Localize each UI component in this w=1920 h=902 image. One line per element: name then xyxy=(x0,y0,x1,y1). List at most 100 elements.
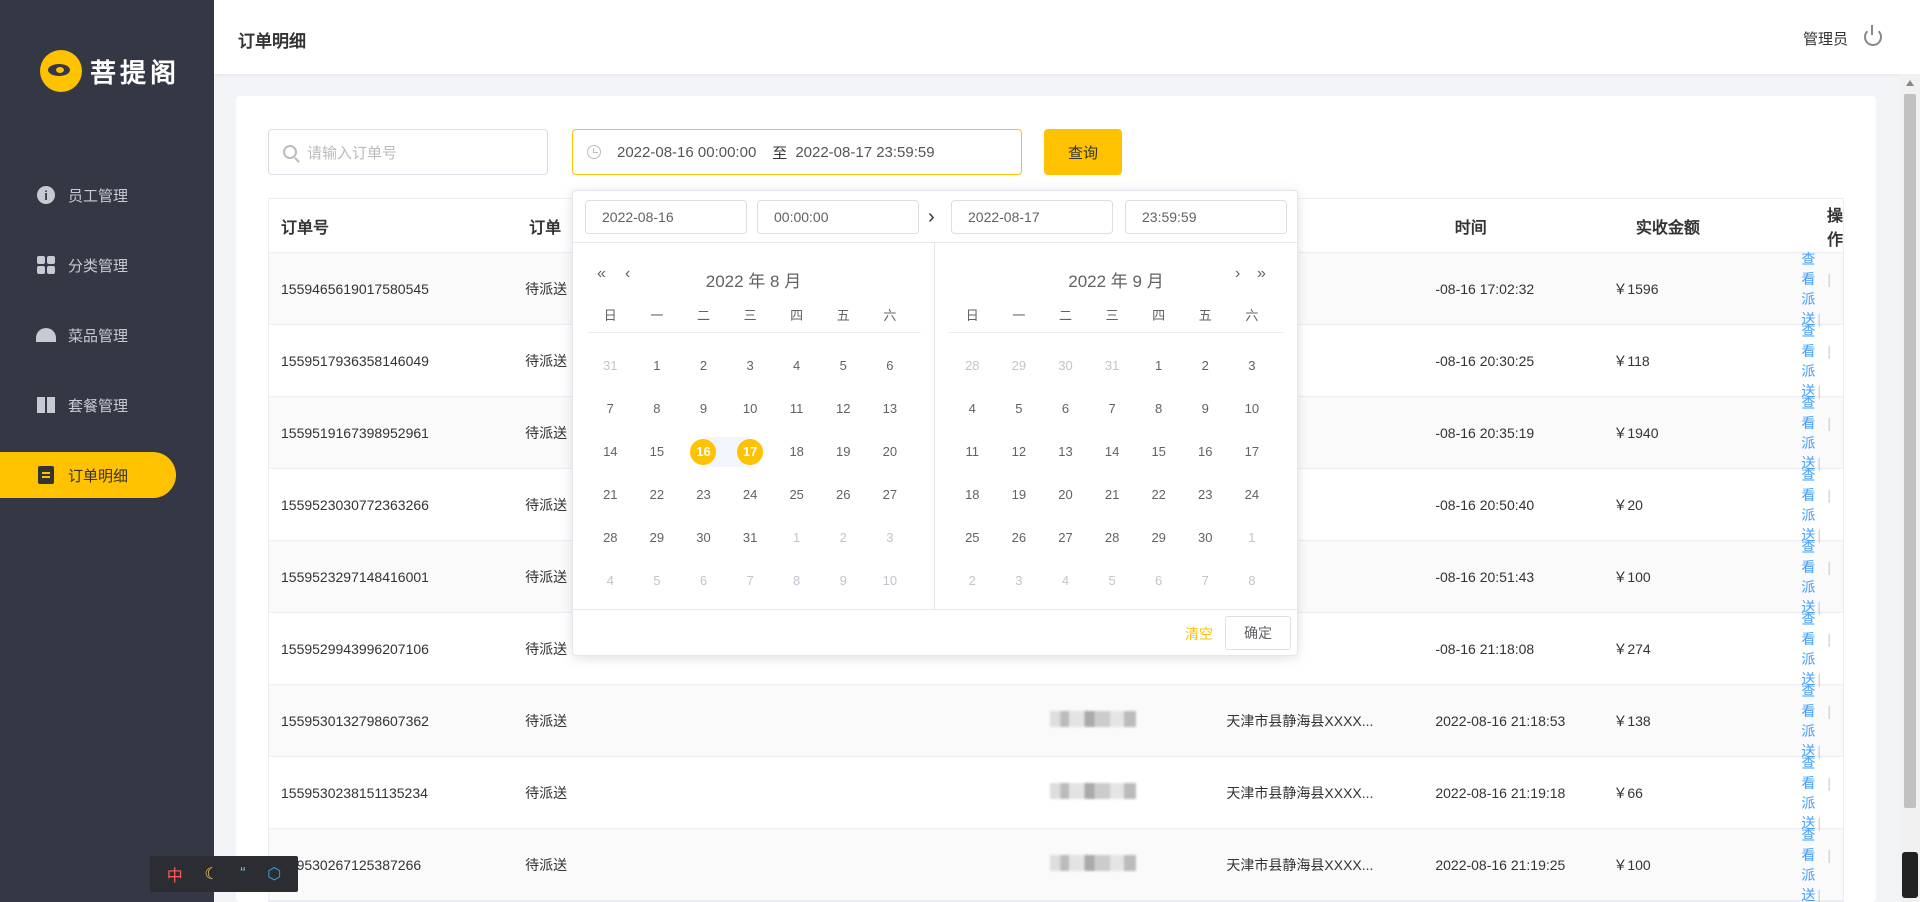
calendar-day[interactable]: 4 xyxy=(587,566,634,596)
calendar-day[interactable]: 12 xyxy=(820,394,867,424)
calendar-day[interactable]: 22 xyxy=(634,480,681,510)
calendar-day[interactable]: 28 xyxy=(587,523,634,553)
calendar-day[interactable]: 29 xyxy=(634,523,681,553)
end-date-input[interactable]: 2022-08-17 xyxy=(951,200,1113,234)
view-link[interactable]: 查看 xyxy=(1801,683,1815,719)
power-icon[interactable] xyxy=(1864,25,1882,46)
calendar-day[interactable]: 28 xyxy=(1089,523,1136,553)
view-link[interactable]: 查看 xyxy=(1801,323,1815,359)
calendar-day[interactable]: 31 xyxy=(727,523,774,553)
calendar-day[interactable]: 8 xyxy=(634,394,681,424)
calendar-day[interactable]: 12 xyxy=(996,437,1043,467)
calendar-day[interactable]: 6 xyxy=(1042,394,1089,424)
calendar-day[interactable]: 27 xyxy=(1042,523,1089,553)
calendar-day[interactable]: 11 xyxy=(949,437,996,467)
calendar-day[interactable]: 26 xyxy=(820,480,867,510)
calendar-day[interactable]: 15 xyxy=(634,437,681,467)
calendar-day[interactable]: 10 xyxy=(727,394,774,424)
calendar-day[interactable]: 2 xyxy=(680,351,727,381)
calendar-day[interactable]: 2 xyxy=(949,566,996,596)
calendar-day[interactable]: 30 xyxy=(1182,523,1229,553)
calendar-day[interactable]: 3 xyxy=(867,523,914,553)
calendar-day[interactable]: 25 xyxy=(949,523,996,553)
start-date-input[interactable]: 2022-08-16 xyxy=(585,200,747,234)
calendar-day[interactable]: 4 xyxy=(949,394,996,424)
next-month-icon[interactable]: › xyxy=(1235,265,1240,283)
date-range-picker[interactable]: 2022-08-16 00:00:00 至 2022-08-17 23:59:5… xyxy=(572,129,1022,175)
punctuation-icon[interactable]: “ xyxy=(240,865,245,883)
calendar-day[interactable]: 8 xyxy=(773,566,820,596)
query-button[interactable]: 查询 xyxy=(1044,129,1122,175)
calendar-day[interactable]: 1 xyxy=(1229,523,1276,553)
calendar-day[interactable]: 11 xyxy=(773,394,820,424)
calendar-day[interactable]: 14 xyxy=(587,437,634,467)
calendar-day[interactable]: 20 xyxy=(1042,480,1089,510)
calendar-day[interactable]: 17 xyxy=(726,436,774,467)
calendar-day[interactable]: 13 xyxy=(1042,437,1089,467)
calendar-day[interactable]: 29 xyxy=(996,351,1043,381)
end-time-input[interactable]: 23:59:59 xyxy=(1125,200,1287,234)
sidebar-item-category[interactable]: 分类管理 xyxy=(0,242,214,288)
view-link[interactable]: 查看 xyxy=(1801,827,1815,863)
calendar-day[interactable]: 23 xyxy=(1182,480,1229,510)
calendar-day[interactable]: 18 xyxy=(949,480,996,510)
view-link[interactable]: 查看 xyxy=(1801,467,1815,503)
calendar-day[interactable]: 7 xyxy=(1089,394,1136,424)
calendar-day[interactable]: 2 xyxy=(1182,351,1229,381)
view-link[interactable]: 查看 xyxy=(1801,395,1815,431)
calendar-day[interactable]: 1 xyxy=(1135,351,1182,381)
view-link[interactable]: 查看 xyxy=(1801,611,1815,647)
calendar-day[interactable]: 29 xyxy=(1135,523,1182,553)
calendar-day[interactable]: 3 xyxy=(996,566,1043,596)
calendar-day[interactable]: 22 xyxy=(1135,480,1182,510)
calendar-day[interactable]: 10 xyxy=(867,566,914,596)
calendar-day[interactable]: 19 xyxy=(820,437,867,467)
clear-button[interactable]: 清空 xyxy=(1185,624,1213,644)
calendar-day[interactable]: 5 xyxy=(1089,566,1136,596)
calendar-day[interactable]: 17 xyxy=(1229,437,1276,467)
calendar-day[interactable]: 14 xyxy=(1089,437,1136,467)
calendar-day[interactable]: 5 xyxy=(996,394,1043,424)
calendar-day[interactable]: 6 xyxy=(867,351,914,381)
calendar-day[interactable]: 10 xyxy=(1229,394,1276,424)
calendar-day[interactable]: 5 xyxy=(820,351,867,381)
calendar-day[interactable]: 30 xyxy=(680,523,727,553)
ime-mode[interactable]: 中 xyxy=(167,862,183,886)
dispatch-link[interactable]: 派送 xyxy=(1801,867,1815,902)
calendar-day[interactable]: 8 xyxy=(1135,394,1182,424)
sidebar-item-dishes[interactable]: 菜品管理 xyxy=(0,312,214,358)
sidebar-item-staff[interactable]: i 员工管理 xyxy=(0,172,214,218)
calendar-day[interactable]: 13 xyxy=(867,394,914,424)
calendar-day[interactable]: 9 xyxy=(680,394,727,424)
next-year-icon[interactable]: » xyxy=(1257,265,1266,283)
calendar-day[interactable]: 19 xyxy=(996,480,1043,510)
calendar-day[interactable]: 7 xyxy=(1182,566,1229,596)
calendar-day[interactable]: 3 xyxy=(1229,351,1276,381)
calendar-day[interactable]: 2 xyxy=(820,523,867,553)
calendar-day[interactable]: 20 xyxy=(867,437,914,467)
calendar-day[interactable]: 28 xyxy=(949,351,996,381)
calendar-day[interactable]: 25 xyxy=(773,480,820,510)
calendar-day[interactable]: 4 xyxy=(1042,566,1089,596)
scroll-up-icon[interactable] xyxy=(1906,80,1914,86)
scroll-thumb[interactable] xyxy=(1904,94,1916,808)
moon-icon[interactable]: ☾ xyxy=(204,864,218,884)
calendar-day[interactable]: 16 xyxy=(1182,437,1229,467)
calendar-day[interactable]: 4 xyxy=(773,351,820,381)
start-time-input[interactable]: 00:00:00 xyxy=(757,200,919,234)
calendar-day[interactable]: 7 xyxy=(727,566,774,596)
calendar-day[interactable]: 23 xyxy=(680,480,727,510)
calendar-day[interactable]: 9 xyxy=(820,566,867,596)
calendar-day[interactable]: 1 xyxy=(634,351,681,381)
sidebar-item-orders[interactable]: 订单明细 xyxy=(0,452,176,498)
calendar-day[interactable]: 31 xyxy=(587,351,634,381)
calendar-day[interactable]: 30 xyxy=(1042,351,1089,381)
confirm-button[interactable]: 确定 xyxy=(1225,616,1291,650)
calendar-day[interactable]: 3 xyxy=(727,351,774,381)
calendar-day[interactable]: 21 xyxy=(587,480,634,510)
page-scrollbar[interactable] xyxy=(1900,74,1920,902)
calendar-day[interactable]: 26 xyxy=(996,523,1043,553)
calendar-day[interactable]: 1 xyxy=(773,523,820,553)
settings-icon[interactable]: ⬡ xyxy=(267,864,281,884)
calendar-day[interactable]: 9 xyxy=(1182,394,1229,424)
